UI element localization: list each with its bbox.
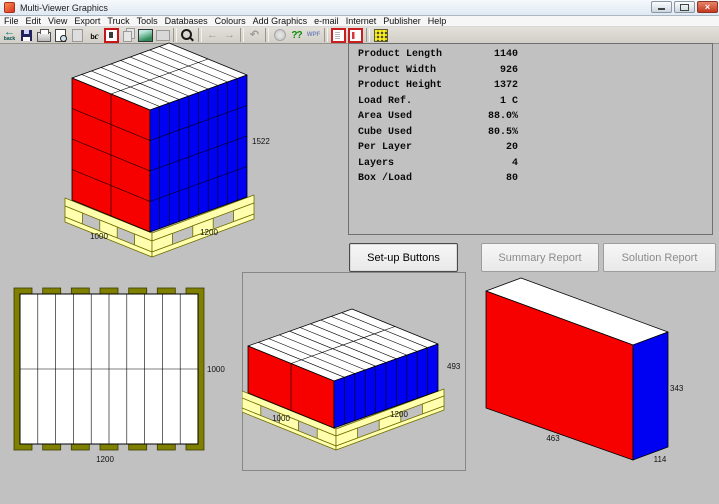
print-icon[interactable] (35, 27, 52, 43)
menu-file[interactable]: File (4, 16, 19, 26)
menu-truck[interactable]: Truck (107, 16, 129, 26)
dim-label-width: 1000 (207, 365, 225, 374)
window-title: Multi-Viewer Graphics (20, 3, 108, 13)
dim-label-height: 1522 (252, 137, 270, 146)
menu-help[interactable]: Help (428, 16, 447, 26)
minimize-icon (658, 8, 665, 10)
solution-report-button[interactable]: Solution Report (603, 243, 716, 272)
dim-label-width: 1000 (90, 232, 108, 241)
close-icon: × (705, 3, 710, 11)
save-icon[interactable] (18, 27, 35, 43)
dim-label-length: 1200 (390, 410, 408, 419)
menu-internet[interactable]: Internet (346, 16, 377, 26)
dim-label-width: 114 (654, 455, 667, 464)
dim-label-length: 1200 (96, 455, 114, 464)
stat-row: Product Length1140 (349, 47, 518, 63)
setup-buttons-button[interactable]: Set-up Buttons (349, 243, 458, 272)
menu-view[interactable]: View (48, 16, 67, 26)
menu-edit[interactable]: Edit (26, 16, 42, 26)
menu-colours[interactable]: Colours (215, 16, 246, 26)
title-bar: Multi-Viewer Graphics × (0, 0, 719, 16)
stat-row: Per Layer20 (349, 140, 518, 156)
menu-databases[interactable]: Databases (165, 16, 208, 26)
menu-publisher[interactable]: Publisher (383, 16, 421, 26)
menu-bar: File Edit View Export Truck Tools Databa… (0, 16, 719, 27)
back-icon[interactable]: ← back (1, 27, 18, 43)
dim-label-width: 1000 (272, 414, 290, 423)
stat-row: Cube Used80.5% (349, 125, 518, 141)
toolbar-separator (366, 28, 370, 42)
pdf-report-icon[interactable] (347, 27, 364, 43)
dim-label-height: 343 (670, 384, 684, 393)
app-icon (4, 2, 15, 13)
dim-label-length: 463 (546, 434, 560, 443)
stat-row: Box /Load80 (349, 171, 518, 187)
single-layer-3d-view[interactable]: 1000 1200 493 (242, 272, 466, 471)
layer-plan-view[interactable]: 1200 1000 (10, 283, 240, 469)
stats-panel: Product Length1140 Product Width926 Prod… (348, 43, 713, 235)
product-box-3d-view[interactable]: 463 114 343 (480, 275, 719, 475)
help-icon[interactable]: ?? (288, 27, 305, 43)
maximize-icon (680, 4, 689, 11)
minimize-button[interactable] (651, 1, 672, 13)
stat-row: Layers4 (349, 156, 518, 172)
grid-icon[interactable] (372, 27, 389, 43)
multi-viewer-window: { "window": { "title": "Multi-Viewer Gra… (0, 0, 719, 504)
toolbar-separator (324, 28, 328, 42)
stat-row: Area Used88.0% (349, 109, 518, 125)
workspace: Product Length1140 Product Width926 Prod… (0, 44, 719, 504)
dim-label-length: 1200 (200, 228, 218, 237)
summary-report-button[interactable]: Summary Report (481, 243, 599, 272)
pdf-export-icon[interactable] (330, 27, 347, 43)
stat-row: Product Height1372 (349, 78, 518, 94)
wpf-icon[interactable]: WPF (305, 27, 322, 43)
full-load-3d-view[interactable]: 1000 1200 1522 (55, 40, 280, 260)
menu-email[interactable]: e-mail (314, 16, 339, 26)
stat-row: Load Ref.1 C (349, 94, 518, 110)
dim-label-height: 493 (447, 362, 461, 371)
menu-add-graphics[interactable]: Add Graphics (253, 16, 308, 26)
menu-export[interactable]: Export (74, 16, 100, 26)
maximize-button[interactable] (674, 1, 695, 13)
menu-tools[interactable]: Tools (137, 16, 158, 26)
stat-row: Product Width926 (349, 63, 518, 79)
close-button[interactable]: × (697, 1, 718, 13)
